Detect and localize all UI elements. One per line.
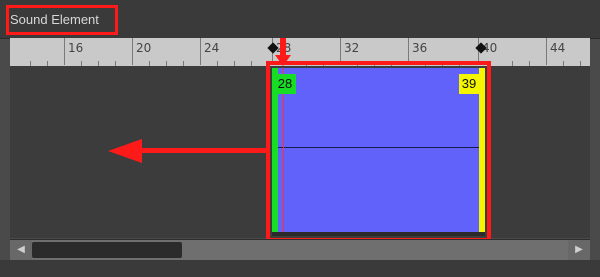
arrow-left-icon xyxy=(140,148,270,153)
title-bar: Sound Element xyxy=(0,0,600,39)
ruler-major-tick xyxy=(200,38,201,65)
horizontal-scrollbar[interactable]: ◀ ▶ xyxy=(10,239,590,260)
ruler-label: 16 xyxy=(68,41,84,55)
scroll-track[interactable] xyxy=(32,240,568,260)
arrow-left-icon xyxy=(108,139,142,163)
bottom-strip xyxy=(0,260,600,277)
title-highlight-box xyxy=(6,5,118,35)
ruler-label: 24 xyxy=(204,41,220,55)
ruler-label: 44 xyxy=(550,41,566,55)
ruler-label: 32 xyxy=(344,41,360,55)
arrow-down-icon xyxy=(280,38,286,56)
sound-element-window: Sound Element 16 20 24 28 32 36 40 44 xyxy=(0,0,600,277)
scroll-left-button[interactable]: ◀ xyxy=(10,240,32,260)
arrow-down-icon xyxy=(275,55,291,66)
ruler-major-tick xyxy=(132,38,133,65)
ruler-label: 20 xyxy=(136,41,152,55)
scroll-thumb[interactable] xyxy=(32,242,182,258)
clip-highlight-box xyxy=(266,61,491,242)
ruler-major-tick xyxy=(64,38,65,65)
scroll-right-button[interactable]: ▶ xyxy=(568,240,590,260)
ruler-major-tick xyxy=(546,38,547,65)
ruler-label: 36 xyxy=(412,41,428,55)
